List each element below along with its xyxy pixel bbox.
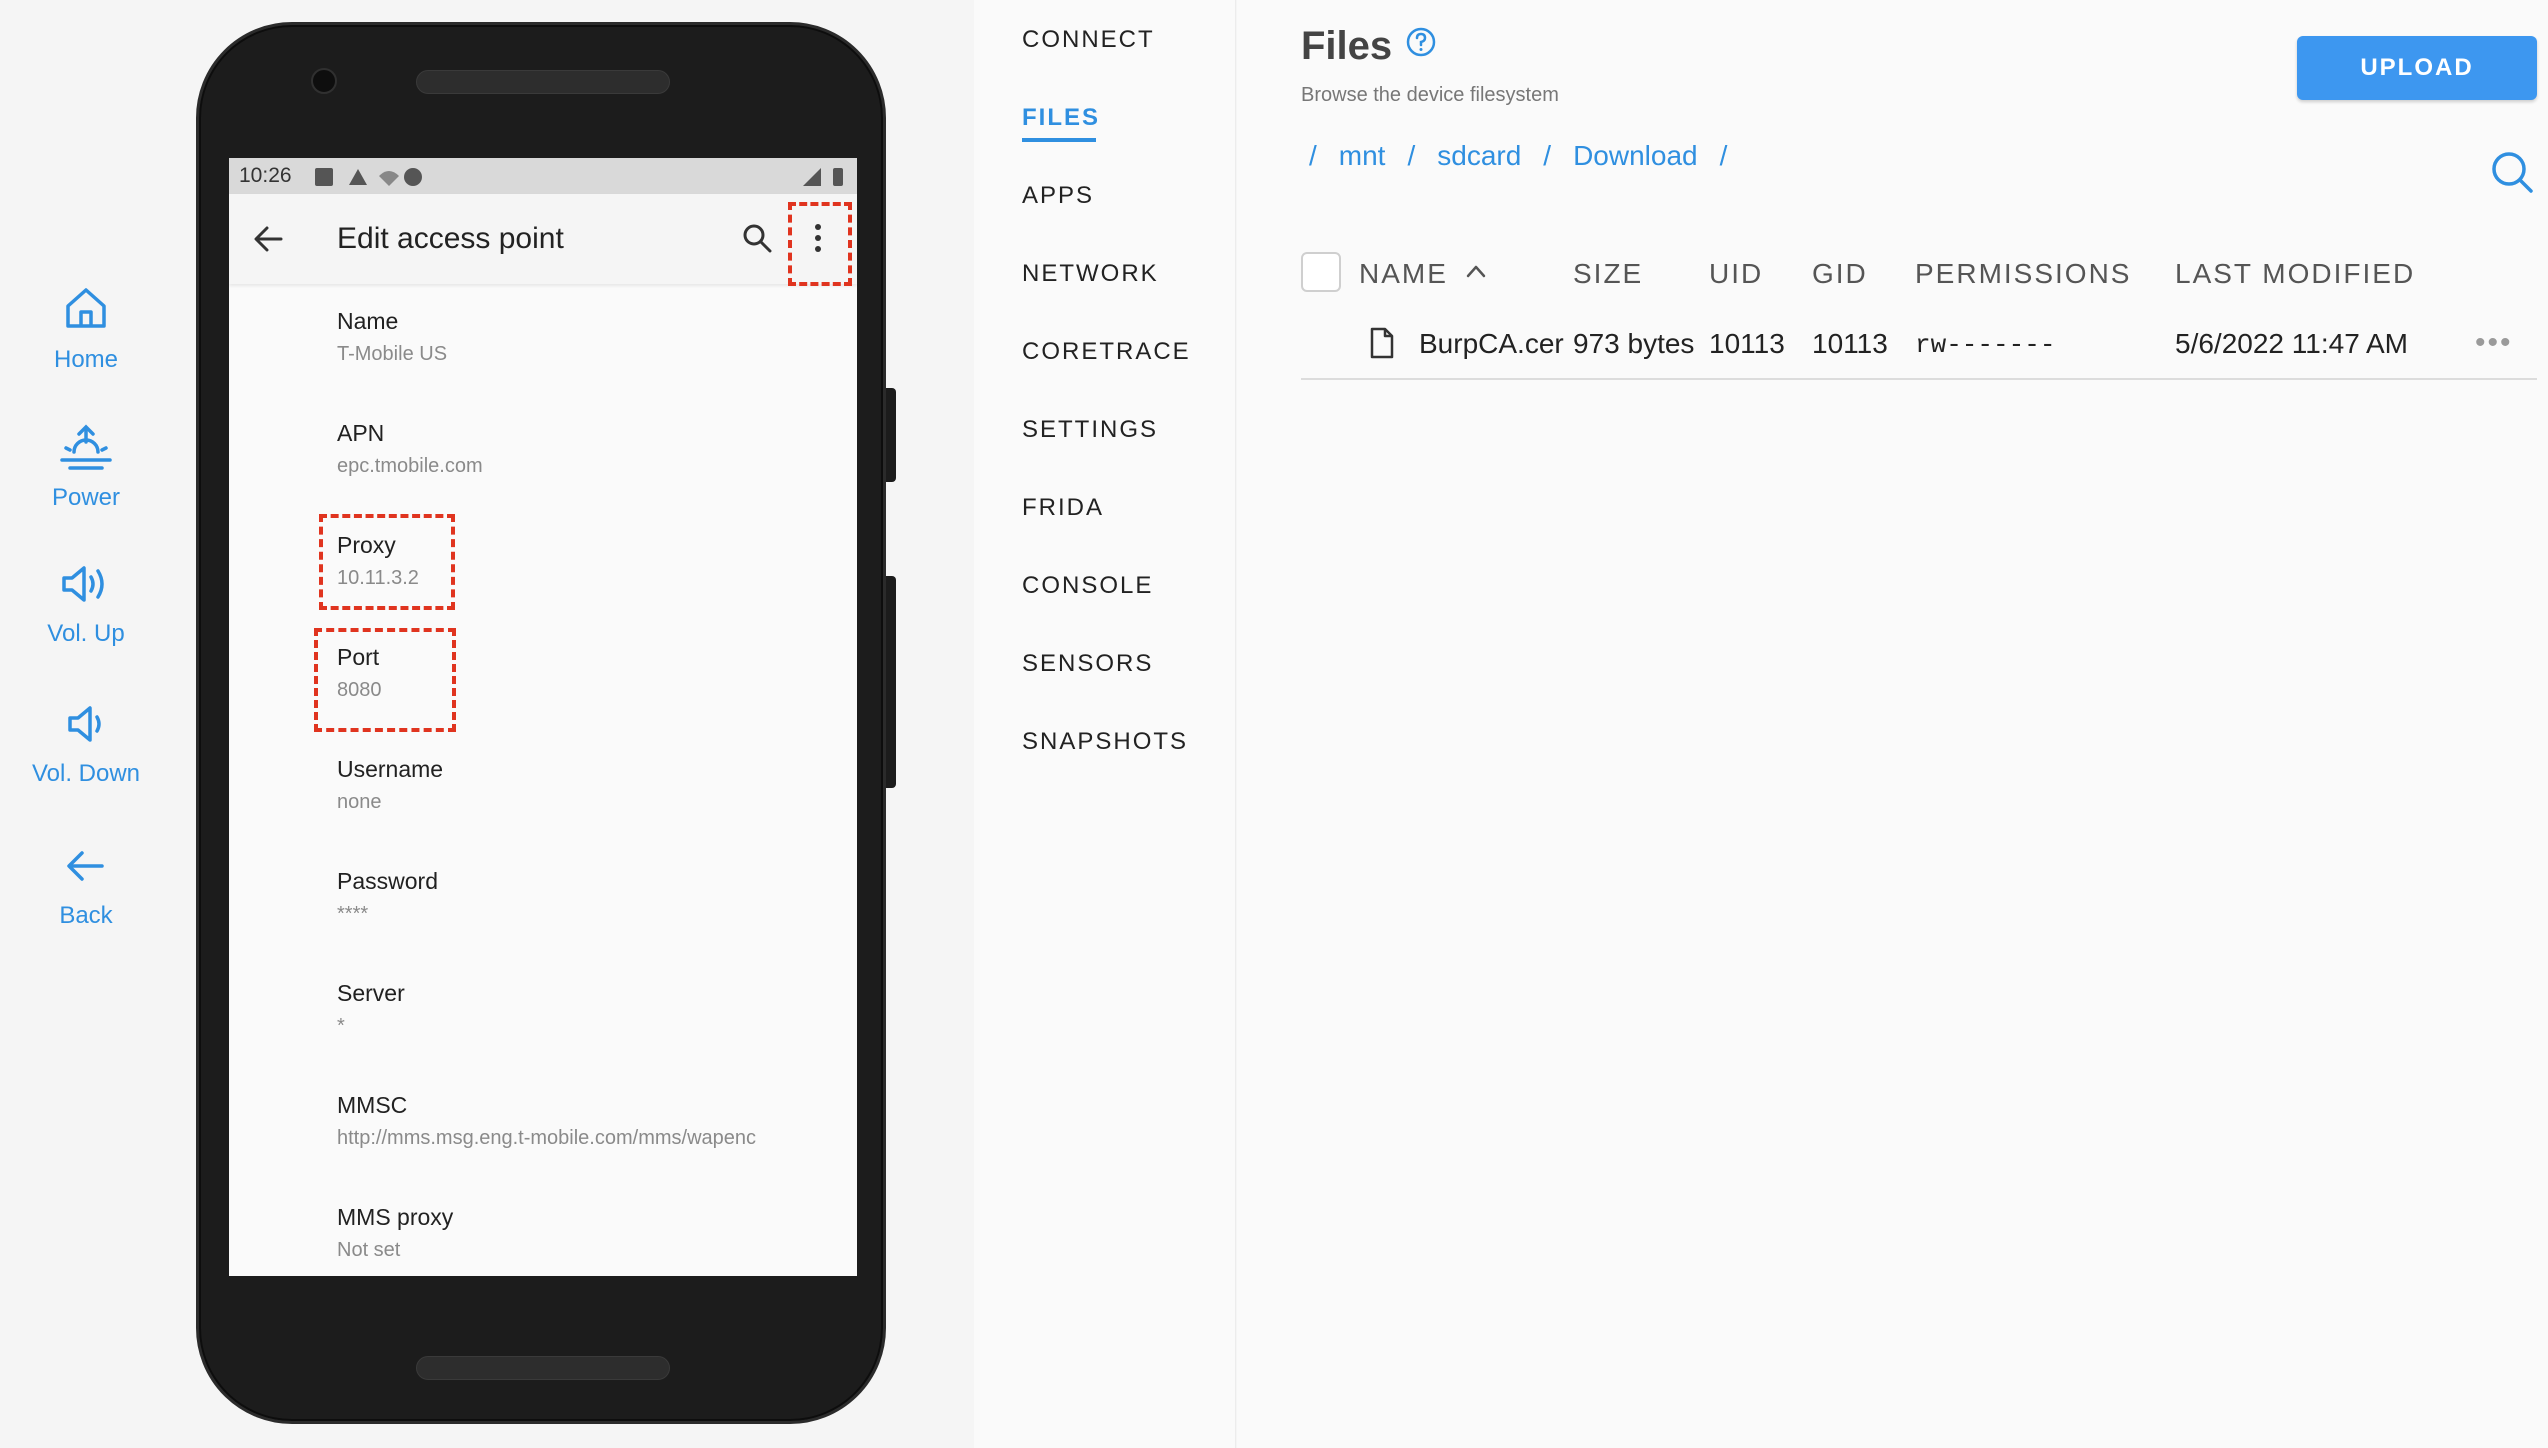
app-title: Edit access point <box>337 222 564 255</box>
main-nav: CONNECT FILES APPS NETWORK CORETRACE SET… <box>974 0 1236 1448</box>
menu-highlight-box <box>788 202 852 286</box>
breadcrumb-separator: / <box>1543 140 1552 171</box>
power-label: Power <box>51 484 121 511</box>
device-screen[interactable]: 10:26 Edit access point Name T-Mobile US… <box>229 158 857 1276</box>
breadcrumb-mnt[interactable]: mnt <box>1339 140 1386 171</box>
nav-active-indicator <box>1022 138 1096 142</box>
volume-up-icon <box>62 566 104 602</box>
apn-username-item[interactable]: Username none <box>337 756 443 814</box>
column-header-last-modified: LAST MODIFIED <box>2175 258 2416 289</box>
sort-ascending-icon[interactable] <box>1465 264 1487 278</box>
column-header-uid: UID <box>1709 258 1764 289</box>
apn-server-item[interactable]: Server * <box>337 980 405 1038</box>
column-header-size: SIZE <box>1573 258 1644 289</box>
file-last-modified: 5/6/2022 11:47 AM <box>2175 328 2408 359</box>
nav-apps[interactable]: APPS <box>1022 182 1094 210</box>
breadcrumb-download[interactable]: Download <box>1573 140 1698 171</box>
status-bar: 10:26 <box>229 158 857 194</box>
volume-up-label: Vol. Up <box>47 620 125 647</box>
nav-settings[interactable]: SETTINGS <box>1022 416 1158 444</box>
row-more-actions-icon[interactable]: ••• <box>2475 326 2513 360</box>
apn-item-title: Password <box>337 868 438 894</box>
apn-item-value: Not set <box>337 1239 401 1261</box>
nav-frida[interactable]: FRIDA <box>1022 494 1104 522</box>
home-button[interactable]: Home <box>0 284 172 374</box>
breadcrumb-separator: / <box>1719 140 1728 171</box>
port-highlight-box <box>314 628 456 732</box>
nav-console[interactable]: CONSOLE <box>1022 572 1153 600</box>
phone-power-key <box>886 576 896 788</box>
power-button[interactable]: Power <box>0 422 172 512</box>
apn-password-item[interactable]: Password **** <box>337 868 438 926</box>
home-icon <box>66 288 106 328</box>
back-label: Back <box>59 902 113 929</box>
volume-up-button[interactable]: Vol. Up <box>0 562 172 648</box>
proxy-highlight-box <box>319 514 455 610</box>
file-uid: 10113 <box>1709 328 1785 359</box>
file-name[interactable]: BurpCA.cer <box>1419 328 1564 360</box>
power-icon <box>60 424 112 470</box>
files-panel: Files Browse the device filesystem UPLOA… <box>1237 0 2548 1448</box>
back-arrow-icon[interactable] <box>253 224 285 254</box>
apn-item-title: MMS proxy <box>337 1204 454 1230</box>
signal-battery-icon <box>803 168 843 186</box>
apn-item-value: none <box>337 791 382 813</box>
status-time: 10:26 <box>239 164 292 187</box>
top-speaker <box>416 70 670 94</box>
breadcrumb-separator: / <box>1407 140 1416 171</box>
notification-icons <box>315 168 422 186</box>
breadcrumb: / mnt / sdcard / Download / <box>1309 140 1749 172</box>
front-camera <box>311 68 337 94</box>
home-label: Home <box>53 346 119 373</box>
nav-files[interactable]: FILES <box>1022 104 1100 132</box>
apn-apn-item[interactable]: APN epc.tmobile.com <box>337 420 483 478</box>
select-all-checkbox[interactable] <box>1301 252 1341 292</box>
apn-item-value: T-Mobile US <box>337 343 448 365</box>
nav-connect[interactable]: CONNECT <box>1022 26 1155 54</box>
file-gid: 10113 <box>1812 328 1888 359</box>
apn-item-value: epc.tmobile.com <box>337 455 483 477</box>
bottom-speaker <box>416 1356 670 1380</box>
file-icon <box>1370 327 1394 359</box>
nav-coretrace[interactable]: CORETRACE <box>1022 338 1191 366</box>
breadcrumb-separator: / <box>1309 140 1317 171</box>
apn-item-title: Name <box>337 308 399 334</box>
volume-down-button[interactable]: Vol. Down <box>0 702 172 788</box>
column-header-name[interactable]: NAME <box>1359 258 1448 290</box>
page-subtitle: Browse the device filesystem <box>1301 84 1559 106</box>
apn-item-title: MMSC <box>337 1092 408 1118</box>
app-bar: Edit access point <box>229 194 857 284</box>
upload-button[interactable]: UPLOAD <box>2297 36 2537 100</box>
back-arrow-icon <box>67 851 104 881</box>
nav-sensors[interactable]: SENSORS <box>1022 650 1153 678</box>
row-divider <box>1301 378 2537 380</box>
apn-item-title: Username <box>337 756 444 782</box>
help-icon[interactable] <box>1405 26 1437 58</box>
apn-item-value: http://mms.msg.eng.t-mobile.com/mms/wape… <box>337 1127 757 1149</box>
phone-volume-key <box>886 388 896 482</box>
search-icon[interactable] <box>741 222 773 254</box>
nav-network[interactable]: NETWORK <box>1022 260 1159 288</box>
column-header-gid: GID <box>1812 258 1868 289</box>
nav-snapshots[interactable]: SNAPSHOTS <box>1022 728 1188 756</box>
apn-item-value: * <box>337 1015 345 1037</box>
back-button[interactable]: Back <box>0 844 172 930</box>
file-permissions: rw------- <box>1915 330 2056 360</box>
volume-down-icon <box>68 706 101 742</box>
volume-down-label: Vol. Down <box>31 760 141 787</box>
apn-mmsc-item[interactable]: MMSC http://mms.msg.eng.t-mobile.com/mms… <box>337 1092 756 1150</box>
file-size: 973 bytes <box>1573 328 1695 359</box>
page-title: Files <box>1301 24 1393 68</box>
device-controls: Home Power Vol. Up Vol. Down Back <box>0 0 172 1448</box>
breadcrumb-sdcard[interactable]: sdcard <box>1437 140 1521 171</box>
apn-item-title: APN <box>337 420 385 446</box>
apn-item-value: **** <box>337 903 369 925</box>
apn-mms-proxy-item[interactable]: MMS proxy Not set <box>337 1204 453 1262</box>
apn-item-title: Server <box>337 980 405 1006</box>
apn-name-item[interactable]: Name T-Mobile US <box>337 308 447 366</box>
search-icon[interactable] <box>2490 150 2534 194</box>
column-header-permissions: PERMISSIONS <box>1915 258 2132 289</box>
